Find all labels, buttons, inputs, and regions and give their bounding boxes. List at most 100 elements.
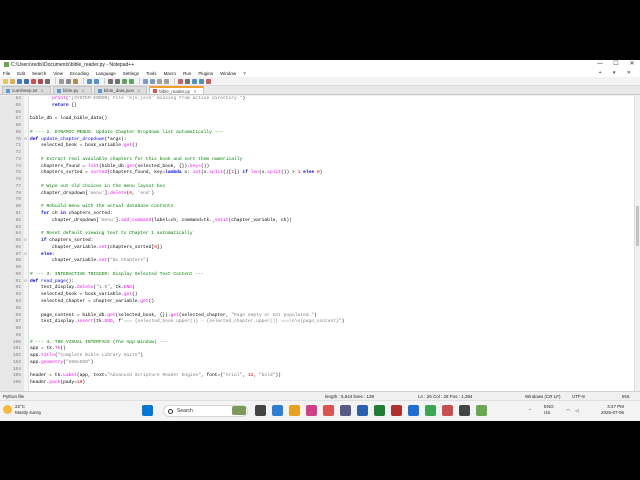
code-lines[interactable]: 64 print("[SYSTEM ERROR] File 'kjv.json'… (0, 96, 634, 387)
menu-tools[interactable]: Tools (146, 71, 157, 76)
menu-right-controls[interactable]: + ▾ ✕ (599, 69, 636, 77)
code-line[interactable]: 98 (0, 326, 634, 333)
code-text[interactable]: app.title("Complete Bible Library Suite"… (29, 353, 143, 360)
save-macro-icon[interactable] (206, 78, 211, 84)
zoom-in-icon[interactable] (122, 78, 127, 84)
code-text[interactable]: chapter_dropdown['menu'].add_command(lab… (29, 218, 292, 225)
fold-marker-icon[interactable] (22, 319, 29, 326)
code-text[interactable]: chapter_variable.set("No Chapters") (29, 258, 149, 265)
code-line[interactable]: 102 app.title("Complete Bible Library Sui… (0, 353, 634, 360)
fold-marker-icon[interactable] (22, 204, 29, 211)
code-line[interactable]: 103 app.geometry("650x550") (0, 360, 634, 367)
fold-marker-icon[interactable] (22, 116, 29, 123)
minimize-button[interactable]: — (592, 60, 608, 69)
fold-marker-icon[interactable] (22, 299, 29, 306)
run-macro-multiple-icon[interactable] (199, 78, 204, 84)
indent-guide-icon[interactable] (164, 78, 169, 84)
code-line[interactable]: 93 selected_book = book_variable.get() (0, 292, 634, 299)
fold-marker-icon[interactable] (22, 313, 29, 320)
start-icon[interactable] (142, 405, 153, 416)
code-line[interactable]: 65 return {} (0, 103, 634, 110)
app-icon[interactable] (442, 405, 453, 416)
menu-settings[interactable]: Settings (123, 71, 139, 76)
fold-marker-icon[interactable] (22, 353, 29, 360)
fold-marker-icon[interactable] (22, 177, 29, 184)
fold-marker-icon[interactable] (22, 123, 29, 130)
code-line[interactable]: 64 print("[SYSTEM ERROR] File 'kjv.json'… (0, 96, 634, 103)
tab-cuesheep[interactable]: cuesheep.txt ✕ (2, 86, 51, 94)
code-line[interactable]: 99 (0, 333, 634, 340)
tab-bible-data[interactable]: bible_data.json ✕ (93, 86, 148, 94)
cut-icon[interactable] (59, 78, 64, 84)
code-line[interactable]: 76 (0, 177, 634, 184)
menu-macro[interactable]: Macro (164, 71, 177, 76)
word-wrap-icon[interactable] (150, 78, 155, 84)
status-encoding[interactable]: UTF-8 (572, 394, 585, 399)
scrollbar-thumb[interactable] (636, 206, 639, 246)
code-line[interactable]: 80 # Rebuild menu with the actual databa… (0, 204, 634, 211)
code-text[interactable] (29, 333, 30, 340)
app-icon[interactable] (323, 405, 334, 416)
fold-marker-icon[interactable] (22, 373, 29, 380)
close-button[interactable]: ✕ (624, 60, 640, 69)
fold-marker-icon[interactable] (22, 225, 29, 232)
code-text[interactable]: selected_book = book_variable.get() (29, 292, 138, 299)
code-text[interactable]: # Rebuild menu with the actual database … (29, 204, 173, 211)
print-icon[interactable] (45, 78, 50, 84)
tab-close-icon[interactable]: ✕ (193, 89, 196, 94)
sync-scroll-icon[interactable] (143, 78, 148, 84)
clock[interactable]: 3:47 PM 2026-07-06 (601, 404, 624, 416)
search-highlight-icon[interactable] (232, 406, 246, 415)
code-text[interactable]: # --- 3. INTERACTIVE TRIGGER: Display Se… (29, 272, 204, 279)
code-text[interactable]: # Wipe out old choices in the menu layou… (29, 184, 165, 191)
code-text[interactable] (29, 306, 30, 313)
fold-marker-icon[interactable] (22, 157, 29, 164)
fold-marker-icon[interactable] (22, 110, 29, 117)
zoom-out-icon[interactable] (129, 78, 134, 84)
code-text[interactable]: chapters_sorted = sorted(chapters_found,… (29, 170, 322, 177)
code-line[interactable]: 78 chapter_dropdown['menu'].delete(0, 'e… (0, 191, 634, 198)
replace-icon[interactable] (115, 78, 120, 84)
code-line[interactable]: 95 (0, 306, 634, 313)
task-view-icon[interactable] (255, 405, 266, 416)
code-text[interactable]: header.pack(pady=10) (29, 380, 85, 387)
code-line[interactable]: 85 ⊟ if chapters_sorted: (0, 238, 634, 245)
record-macro-icon[interactable] (178, 78, 183, 84)
menu-run[interactable]: Run (183, 71, 191, 76)
fold-marker-icon[interactable] (22, 292, 29, 299)
fold-marker-icon[interactable] (22, 164, 29, 171)
vertical-scrollbar[interactable] (634, 96, 640, 391)
code-line[interactable]: 67 bible_db = load_bible_data() (0, 116, 634, 123)
code-text[interactable]: text_display.insert(tk.END, f"=== {selec… (29, 319, 344, 326)
show-all-chars-icon[interactable] (157, 78, 162, 84)
notepadpp-taskbar-icon[interactable] (476, 405, 487, 416)
weather-widget[interactable]: 22°C Mostly sunny (3, 404, 41, 415)
chrome-icon[interactable] (425, 405, 436, 416)
volume-icon[interactable]: ◁ (575, 408, 578, 414)
fold-marker-icon[interactable] (22, 184, 29, 191)
find-icon[interactable] (108, 78, 113, 84)
save-icon[interactable] (17, 78, 22, 84)
fold-marker-icon[interactable] (22, 258, 29, 265)
word-icon[interactable] (357, 405, 368, 416)
fold-marker-icon[interactable] (22, 360, 29, 367)
app-icon[interactable] (391, 405, 402, 416)
code-line[interactable]: 105 header = tk.Label(app, text="Advanced… (0, 373, 634, 380)
fold-marker-icon[interactable] (22, 143, 29, 150)
code-text[interactable]: chapter_variable.set(chapters_sorted[0]) (29, 245, 162, 252)
fold-marker-icon[interactable] (22, 326, 29, 333)
code-text[interactable]: for ch in chapters_sorted: (29, 211, 113, 218)
fold-marker-icon[interactable] (22, 170, 29, 177)
fold-marker-icon[interactable] (22, 380, 29, 387)
menu-view[interactable]: View (53, 71, 63, 76)
fold-marker-icon[interactable] (22, 211, 29, 218)
language-indicator[interactable]: ENG US (544, 404, 554, 415)
fold-marker-icon[interactable] (22, 231, 29, 238)
code-line[interactable]: 77 # Wipe out old choices in the menu la… (0, 184, 634, 191)
status-mode[interactable]: INS (622, 394, 630, 399)
code-text[interactable]: app.geometry("650x550") (29, 360, 93, 367)
tab-bible-reader[interactable]: bible_reader.py ✕ (149, 86, 204, 94)
close-all-icon[interactable] (38, 78, 43, 84)
code-line[interactable]: 100 # --- 4. THE VISUAL INTERFACE (The Ap… (0, 340, 634, 347)
tab-bible-py[interactable]: bible.py ✕ (52, 86, 92, 94)
